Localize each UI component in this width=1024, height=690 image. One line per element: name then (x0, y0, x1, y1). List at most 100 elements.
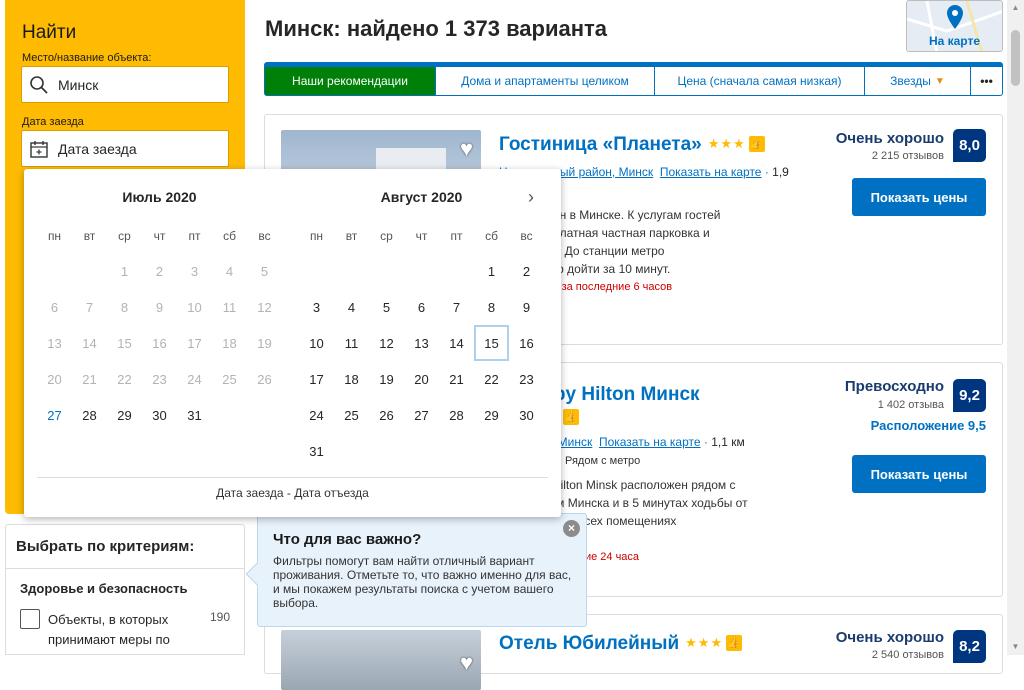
sort-tab-recommended[interactable]: Наши рекомендации (265, 67, 436, 95)
calendar-day: 16 (152, 335, 167, 351)
checkin-field[interactable]: Дата заезда (21, 130, 229, 167)
calendar-day[interactable]: 26 (369, 397, 404, 433)
distance: 1,9 (772, 165, 789, 179)
thumbs-up-icon: 👍 (748, 136, 765, 152)
weekday-label: ср (380, 229, 393, 243)
calendar-day[interactable]: 31 (177, 397, 212, 433)
calendar-day[interactable]: 30 (142, 397, 177, 433)
calendar-day[interactable]: 9 (509, 289, 544, 325)
score-badge[interactable]: 8,0 (953, 129, 986, 162)
calendar-day[interactable]: 25 (334, 397, 369, 433)
calendar-day: 25 (222, 371, 237, 387)
score-badge[interactable]: 8,2 (953, 630, 986, 663)
calendar-day[interactable]: 22 (474, 361, 509, 397)
calendar-day: 23 (152, 371, 167, 387)
calendar-day[interactable]: 20 (404, 361, 439, 397)
calendar-day: 24 (187, 371, 202, 387)
score-word[interactable]: Очень хорошо (836, 130, 944, 147)
calendar-day[interactable]: 8 (474, 289, 509, 325)
close-icon[interactable]: × (563, 520, 580, 537)
calendar-day[interactable]: 28 (72, 397, 107, 433)
show-on-map-link[interactable]: Показать на карте (599, 435, 701, 449)
hotel-name[interactable]: Отель Юбилейный ★★★ 👍 (499, 633, 743, 655)
calendar-day: 1 (120, 263, 129, 279)
calendar-day[interactable]: 28 (439, 397, 474, 433)
metro-nearby: Рядом с метро (565, 455, 641, 467)
calendar-day: 26 (257, 371, 272, 387)
scroll-up-icon[interactable]: ▲ (1011, 3, 1020, 12)
calendar-day[interactable]: 5 (369, 289, 404, 325)
calendar-day: 2 (155, 263, 164, 279)
weekday-label: пт (188, 229, 201, 243)
calendar-day[interactable]: 7 (439, 289, 474, 325)
calendar-day[interactable]: 21 (439, 361, 474, 397)
sort-tab-label: Звезды (890, 74, 931, 88)
star-rating: ★★★ (707, 136, 746, 151)
scroll-down-icon[interactable]: ▼ (1011, 642, 1020, 651)
calendar-day[interactable]: 29 (107, 397, 142, 433)
calendar-day[interactable]: 14 (439, 325, 474, 361)
heart-icon[interactable]: ♥ (460, 136, 473, 162)
checkin-label: Дата заезда (22, 116, 84, 128)
calendar-day[interactable]: 3 (299, 289, 334, 325)
calendar-day[interactable]: 4 (334, 289, 369, 325)
calendar-day[interactable]: 10 (299, 325, 334, 361)
calendar-day[interactable]: 12 (369, 325, 404, 361)
calendar-day[interactable]: 11 (334, 325, 369, 361)
calendar-day[interactable]: 13 (404, 325, 439, 361)
score-word[interactable]: Превосходно (845, 378, 944, 395)
calendar-day[interactable]: 31 (299, 433, 334, 469)
calendar-day[interactable]: 23 (509, 361, 544, 397)
calendar-day[interactable]: 24 (299, 397, 334, 433)
score-badge[interactable]: 9,2 (953, 379, 986, 412)
search-title: Найти (22, 22, 77, 43)
map-button[interactable]: На карте (906, 0, 1003, 52)
weekday-label: вт (345, 229, 358, 243)
calendar-day[interactable]: 27 (37, 397, 72, 433)
calendar-day: 11 (222, 299, 237, 315)
calendar-day[interactable]: 18 (334, 361, 369, 397)
filter-option-count: 190 (209, 610, 230, 624)
calendar-footer: Дата заезда - Дата отъезда (37, 477, 548, 500)
score-word[interactable]: Очень хорошо (836, 629, 944, 646)
review-count[interactable]: 2 215 отзывов (872, 150, 944, 162)
next-month-icon[interactable]: › (528, 187, 534, 208)
calendar-day[interactable]: 29 (474, 397, 509, 433)
calendar-day[interactable]: 6 (404, 289, 439, 325)
hotel-photo[interactable]: ♥ (281, 630, 481, 690)
filter-option-label[interactable]: Объекты, в которых принимают меры по (48, 610, 198, 650)
filters-tooltip: Что для вас важно? Фильтры помогут вам н… (245, 513, 587, 627)
show-on-map-link[interactable]: Показать на карте (660, 165, 762, 179)
sort-tab-stars[interactable]: Звезды ▼ (865, 67, 971, 95)
show-prices-button[interactable]: Показать цены (852, 178, 986, 216)
thumbs-up-icon: 👍 (563, 409, 579, 425)
tooltip-arrow (245, 562, 269, 586)
calendar-day[interactable]: 30 (509, 397, 544, 433)
calendar-day: 7 (85, 299, 94, 315)
sort-tab-homes[interactable]: Дома и апартаменты целиком (436, 67, 655, 95)
sort-more-button[interactable]: ••• (971, 67, 1002, 95)
place-label: Место/название объекта: (22, 52, 152, 64)
scroll-thumb[interactable] (1011, 30, 1020, 86)
heart-icon[interactable]: ♥ (460, 650, 473, 676)
calendar-day[interactable]: 15 (474, 325, 509, 361)
calendar-day[interactable]: 19 (369, 361, 404, 397)
calendar-day[interactable]: 17 (299, 361, 334, 397)
calendar-day[interactable]: 27 (404, 397, 439, 433)
sort-tab-price[interactable]: Цена (сначала самая низкая) (655, 67, 865, 95)
calendar-day[interactable]: 1 (474, 253, 509, 289)
calendar-day[interactable]: 2 (509, 253, 544, 289)
calendar-day: 9 (155, 299, 164, 315)
calendar-day: 21 (82, 371, 97, 387)
sort-bar: Наши рекомендации Дома и апартаменты цел… (264, 62, 1003, 96)
review-count[interactable]: 2 540 отзывов (872, 649, 944, 661)
scrollbar[interactable]: ▲ ▼ (1007, 0, 1024, 655)
filter-checkbox[interactable] (20, 609, 40, 629)
destination-input[interactable]: Минск (21, 66, 229, 103)
calendar-day[interactable]: 16 (509, 325, 544, 361)
review-count[interactable]: 1 402 отзыва (878, 399, 944, 411)
show-prices-button[interactable]: Показать цены (852, 455, 986, 493)
hotel-name[interactable]: Гостиница «Планета» ★★★ 👍 (499, 134, 765, 156)
weekday-label: сб (223, 229, 236, 243)
calendar-icon (28, 138, 50, 160)
